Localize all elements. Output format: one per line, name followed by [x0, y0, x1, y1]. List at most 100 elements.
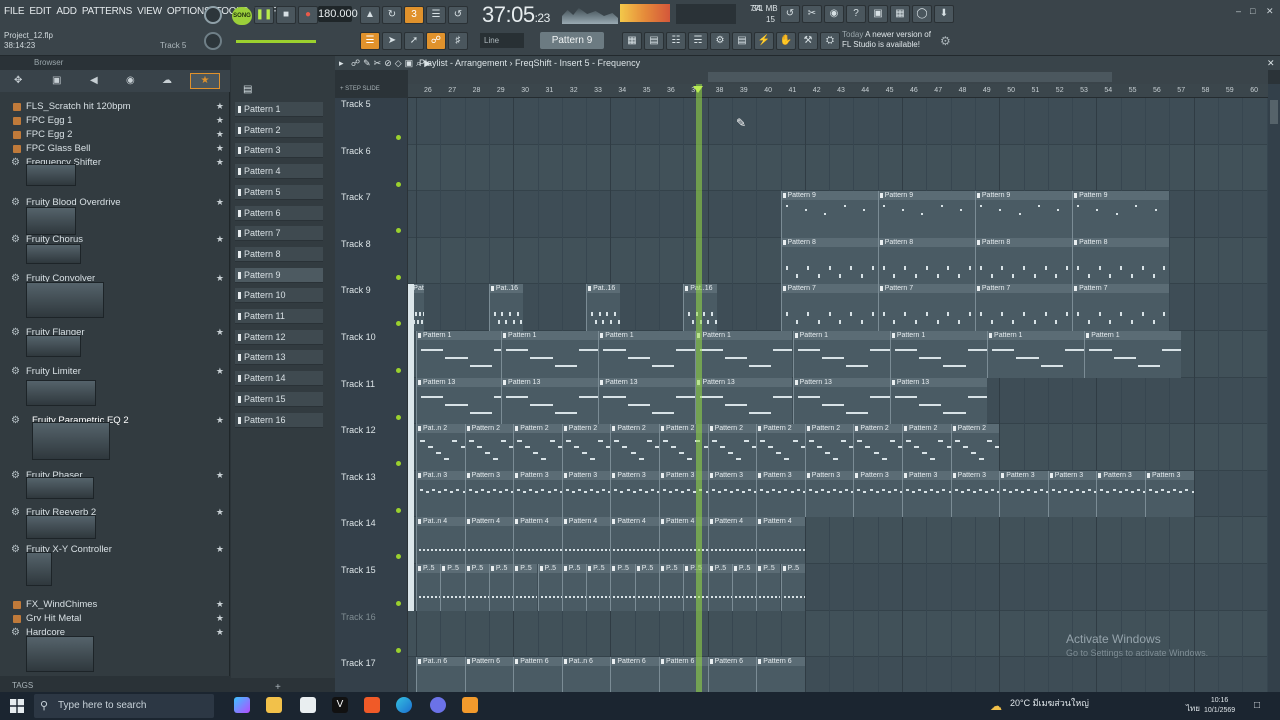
loop-record-button[interactable]: ↺	[448, 6, 468, 24]
playlist-clip[interactable]: Pattern 2	[707, 424, 757, 471]
playlist-clip[interactable]: Pattern 3	[610, 470, 659, 518]
cut-icon[interactable]: ✂	[802, 5, 822, 23]
plug-icon[interactable]: ⚡	[754, 32, 774, 50]
master-pitch-knob[interactable]	[204, 32, 222, 50]
discord-icon[interactable]	[430, 697, 446, 713]
playlist-clip[interactable]: Pattern 2	[464, 424, 514, 471]
microphone-icon[interactable]: ◉	[824, 5, 844, 23]
pattern-item[interactable]: Pattern 10	[235, 288, 323, 304]
close-icon[interactable]: ✕	[1266, 6, 1274, 17]
track-name[interactable]: Track 13	[341, 472, 376, 482]
playlist-clip[interactable]: Pattern 4	[464, 517, 514, 564]
playlist-clip[interactable]: Pattern 3	[853, 470, 902, 518]
playlist-clip[interactable]: Pattern 2	[513, 424, 562, 471]
playlist-clip[interactable]: Pattern 2	[853, 424, 902, 471]
playlist-clip[interactable]: Pattern 1	[416, 331, 513, 378]
shop-icon[interactable]: ⛭	[820, 32, 840, 50]
menu-view[interactable]: VIEW	[137, 6, 162, 22]
playlist-clip[interactable]: Pattern 2	[561, 424, 611, 471]
browser-favorites-icon[interactable]: ★	[190, 73, 220, 89]
playlist-clip[interactable]: Pattern 7	[974, 284, 1072, 331]
playhead-marker-icon[interactable]	[693, 86, 703, 93]
minimize-icon[interactable]: –	[1236, 6, 1241, 16]
brave-icon[interactable]	[364, 697, 380, 713]
playlist-clip[interactable]: P..5	[488, 564, 514, 611]
playlist-clip[interactable]: Pattern 2	[756, 424, 805, 471]
track-name[interactable]: Track 11	[341, 379, 375, 389]
pause-button[interactable]: ❚❚	[254, 6, 274, 24]
browser-icon[interactable]: ▤	[732, 32, 752, 50]
track-name[interactable]: Track 9	[341, 285, 371, 295]
playlist-clip[interactable]: Pattern 4	[561, 517, 611, 564]
next-button[interactable]: ➤	[382, 32, 402, 50]
playlist-clip[interactable]: Pattern 8	[780, 237, 878, 285]
playlist-clip[interactable]: Pattern 13	[792, 377, 890, 425]
track-mute-led[interactable]	[396, 601, 401, 606]
playlist-clip[interactable]: Pattern 3	[1145, 470, 1194, 518]
playlist-clip[interactable]: P..5	[756, 564, 781, 611]
pattern-item[interactable]: Pattern 4	[235, 164, 323, 180]
playlist-view-button[interactable]: ☰	[360, 32, 380, 50]
playlist-clip[interactable]: Pattern 7	[780, 284, 878, 331]
favorite-star-icon[interactable]: ★	[216, 507, 224, 518]
playlist-clip[interactable]: Pat..n 3	[416, 470, 465, 518]
playlist-menu-arrow-icon[interactable]: ▸	[339, 56, 344, 70]
playlist-clip[interactable]: Pattern 3	[902, 470, 951, 518]
pattern-item[interactable]: Pattern 6	[235, 205, 323, 221]
track-name[interactable]: Track 12	[341, 425, 376, 435]
pattern-item[interactable]: Pattern 16	[235, 412, 323, 428]
pattern-item[interactable]: Pattern 14	[235, 371, 323, 387]
notification-icon[interactable]: □	[1254, 700, 1260, 711]
playlist-clip[interactable]: P..5	[731, 564, 757, 611]
favorite-star-icon[interactable]: ★	[216, 470, 224, 481]
playlist-clip[interactable]: Pattern 2	[804, 424, 854, 471]
playlist-clip[interactable]: Pat..n 2	[416, 424, 465, 471]
playlist-clip[interactable]: Pattern 3	[1096, 470, 1145, 518]
pattern-item[interactable]: Pattern 2	[235, 122, 323, 138]
playlist-clip[interactable]: Pattern 6	[513, 657, 562, 692]
track-name[interactable]: Track 6	[341, 146, 371, 156]
channel-rack-icon[interactable]: ☷	[666, 32, 686, 50]
playlist-clip[interactable]: Pattern 1	[598, 331, 696, 378]
pattern-item[interactable]: Pattern 8	[235, 246, 323, 262]
playlist-clip[interactable]: Pattern 2	[610, 424, 659, 471]
track-mute-led[interactable]	[396, 135, 401, 140]
stop-button[interactable]: ■	[276, 6, 296, 24]
playlist-clip[interactable]: P..5	[634, 564, 659, 611]
favorite-star-icon[interactable]: ★	[216, 366, 224, 377]
playlist-clip[interactable]: Pattern 9	[780, 191, 878, 238]
track-name[interactable]: Track 5	[341, 99, 371, 109]
browser-all-icon[interactable]: ✥	[14, 75, 22, 86]
pattern-item[interactable]: Pattern 15	[235, 391, 323, 407]
playlist-clip[interactable]: Pattern 13	[416, 377, 513, 425]
playlist-clip[interactable]: Pattern 1	[987, 331, 1085, 378]
playlist-clip[interactable]: Pattern 2	[902, 424, 951, 471]
master-volume-knob[interactable]	[204, 6, 222, 24]
help-icon[interactable]: ?	[846, 5, 866, 23]
edge-icon[interactable]	[396, 697, 412, 713]
playlist-clip[interactable]: Pattern 9	[1072, 191, 1170, 238]
track-mute-led[interactable]	[396, 321, 401, 327]
browser-item[interactable]: FX_WindChimes ★	[0, 599, 230, 611]
track-mute-led[interactable]	[396, 461, 401, 467]
track-name[interactable]: Track 15	[341, 565, 376, 575]
track-mute-led[interactable]	[396, 647, 401, 653]
mixer-icon[interactable]: ☴	[688, 32, 708, 50]
playlist-grid[interactable]: Pattern 9 Pattern 9 Pattern 9 Pattern 9 Patt…	[408, 98, 1268, 692]
playlist-clip[interactable]: P..5	[440, 564, 465, 611]
browser-cloud-icon[interactable]: ☁	[162, 75, 172, 86]
playlist-clip[interactable]: Pattern 7	[1072, 284, 1170, 331]
playlist-clip[interactable]: P..5	[464, 564, 489, 611]
playhead[interactable]	[696, 84, 702, 692]
favorite-star-icon[interactable]: ★	[216, 101, 224, 112]
piano-roll-icon[interactable]: ▤	[644, 32, 664, 50]
tool-icon[interactable]: ⚒	[798, 32, 818, 50]
restore-icon[interactable]: □	[1250, 6, 1255, 16]
menu-add[interactable]: ADD	[56, 6, 77, 22]
playlist-clip[interactable]: Pattern 1	[1084, 331, 1182, 378]
playlist-clip[interactable]: Pattern 3	[950, 470, 1000, 518]
playlist-close-icon[interactable]: ✕	[1267, 56, 1275, 70]
playlist-corner-tools[interactable]: + STEP SLIDE	[340, 86, 406, 96]
browser-item[interactable]: FPC Glass Bell ★	[0, 143, 230, 155]
track-mute-led[interactable]	[396, 507, 401, 513]
